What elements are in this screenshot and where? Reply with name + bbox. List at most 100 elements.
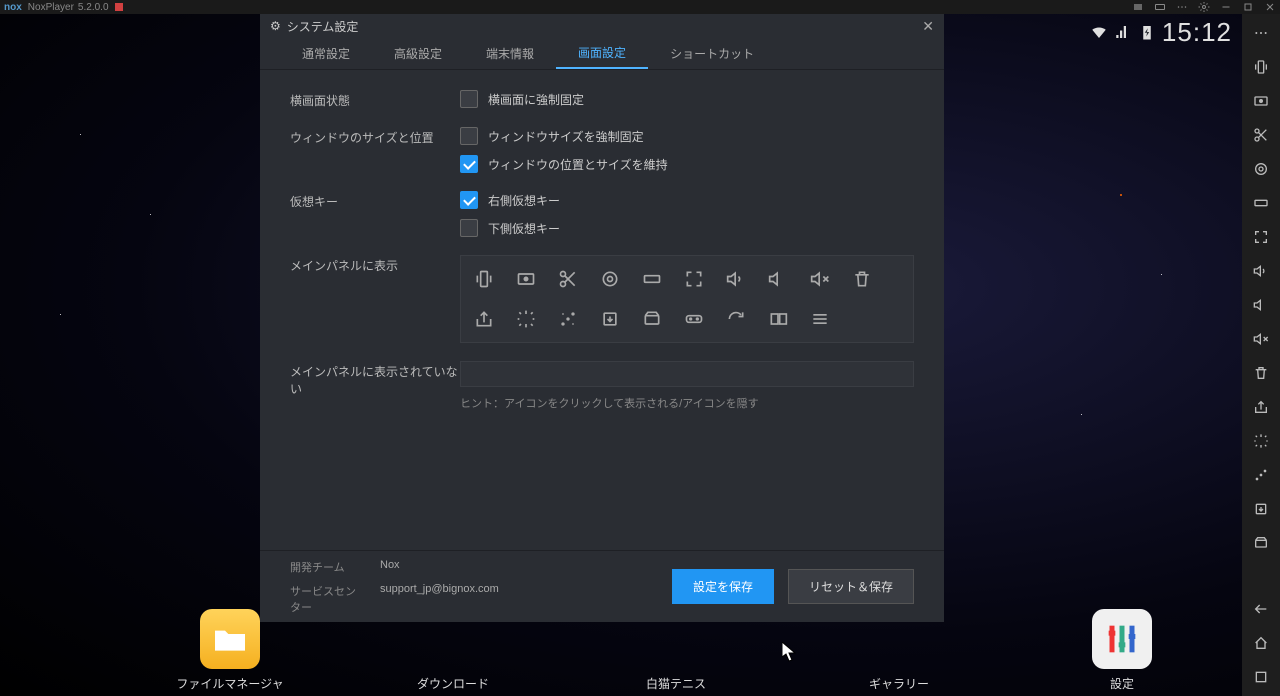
tab-device-info[interactable]: 端末情報 [464,38,556,69]
effects-icon[interactable] [557,308,579,330]
gamepad-icon[interactable] [683,308,705,330]
panel-hint: ヒント：アイコンをクリックして表示される/アイコンを隠す [460,395,914,411]
dock-label: ダウンロード [417,675,489,692]
video-record-icon[interactable] [515,268,537,290]
close-button[interactable] [1264,1,1276,13]
keyboard-icon[interactable] [641,268,663,290]
battery-charging-icon [1138,23,1156,41]
dock-settings[interactable]: 設定 [1022,609,1222,692]
side-apk-icon[interactable] [1242,494,1280,524]
side-home-icon[interactable] [1242,628,1280,658]
mainpanel-shown-label: メインパネルに表示 [290,255,460,343]
dev-team-label: 開発チーム [290,559,360,575]
dock-gallery[interactable]: ギャラリー [799,675,999,692]
folder-icon [200,609,260,669]
dialog-body: 横画面状態 横画面に強制固定 ウィンドウのサイズと位置 ウィンドウサイズを強制固… [260,70,944,550]
side-volume-up-icon[interactable] [1242,256,1280,286]
tab-screen[interactable]: 画面設定 [556,38,648,69]
right-virtualkey-label: 右側仮想キー [488,192,560,209]
scissors-icon[interactable] [557,268,579,290]
side-loading-icon[interactable] [1242,426,1280,456]
titlebar-more-icon[interactable] [1176,1,1188,13]
wifi-icon [1090,23,1108,41]
loading-icon[interactable] [515,308,537,330]
panel-hidden-icons[interactable] [460,361,914,387]
gear-icon: ⚙ [270,19,281,33]
titlebar-settings-icon[interactable] [1198,1,1210,13]
force-winsize-checkbox[interactable]: ウィンドウサイズを強制固定 [460,127,914,145]
sliders-icon [1092,609,1152,669]
side-record-icon[interactable] [1242,86,1280,116]
side-file-icon[interactable] [1242,528,1280,558]
dock-download[interactable]: ダウンロード [353,675,553,692]
maximize-button[interactable] [1242,1,1254,13]
dock-label: ギャラリー [869,675,929,692]
force-winsize-label: ウィンドウサイズを強制固定 [488,128,644,145]
fullscreen-icon[interactable] [683,268,705,290]
tool-sidebar [1242,14,1280,696]
bottom-virtualkey-label: 下側仮想キー [488,220,560,237]
orientation-label: 横画面状態 [290,90,460,109]
dock-file-manager[interactable]: ファイルマネージャ [130,609,330,692]
side-trash-icon[interactable] [1242,358,1280,388]
volume-up-icon[interactable] [725,268,747,290]
dock-shironeko[interactable]: 白猫テニス [576,675,776,692]
nox-logo: nox [4,2,22,13]
titlebar-sponsor-icon[interactable] [1132,1,1144,13]
tab-advanced[interactable]: 高級設定 [372,38,464,69]
apk-install-icon[interactable] [599,308,621,330]
file-transfer-icon[interactable] [641,308,663,330]
android-status-bar: 15:12 [1090,14,1242,50]
dialog-close-button[interactable]: ✕ [922,18,934,35]
force-landscape-checkbox[interactable]: 横画面に強制固定 [460,90,914,108]
app-version: 5.2.0.0 [78,2,109,13]
multi-instance-icon[interactable] [767,308,789,330]
dock-label: 設定 [1110,675,1134,692]
volume-down-icon[interactable] [767,268,789,290]
dock-label: 白猫テニス [646,675,706,692]
force-landscape-label: 横画面に強制固定 [488,91,584,108]
side-share-icon[interactable] [1242,392,1280,422]
side-recents-icon[interactable] [1242,662,1280,692]
keep-winpos-checkbox[interactable]: ウィンドウの位置とサイズを維持 [460,155,914,173]
side-volume-mute-icon[interactable] [1242,324,1280,354]
menu-icon[interactable] [809,308,831,330]
system-settings-dialog: ⚙ システム設定 ✕ 通常設定 高級設定 端末情報 画面設定 ショートカット 横… [260,14,944,622]
windowsize-label: ウィンドウのサイズと位置 [290,127,460,173]
panel-shown-icons [460,255,914,343]
virtualkey-label: 仮想キー [290,191,460,237]
android-dock: ファイルマネージャ ダウンロード 白猫テニス ギャラリー 設定 [110,596,1242,696]
window-titlebar: nox NoxPlayer 5.2.0.0 [0,0,1280,14]
status-indicator [115,3,123,11]
side-effects-icon[interactable] [1242,460,1280,490]
dock-label: ファイルマネージャ [176,675,283,692]
trash-icon[interactable] [851,268,873,290]
tab-general[interactable]: 通常設定 [280,38,372,69]
share-icon[interactable] [473,308,495,330]
side-keyboard-icon[interactable] [1242,188,1280,218]
side-back-icon[interactable] [1242,594,1280,624]
side-fullscreen-icon[interactable] [1242,222,1280,252]
signal-icon [1114,23,1132,41]
side-volume-down-icon[interactable] [1242,290,1280,320]
bottom-virtualkey-checkbox[interactable]: 下側仮想キー [460,219,914,237]
app-name: NoxPlayer [28,2,74,13]
dialog-header: ⚙ システム設定 ✕ [260,14,944,38]
keep-winpos-label: ウィンドウの位置とサイズを維持 [488,156,668,173]
titlebar-keyboard-icon[interactable] [1154,1,1166,13]
clock: 15:12 [1162,17,1232,48]
shake-icon[interactable] [473,268,495,290]
side-more-icon[interactable] [1242,18,1280,48]
dialog-title: システム設定 [287,18,359,35]
location-icon[interactable] [599,268,621,290]
minimize-button[interactable] [1220,1,1232,13]
side-shake-icon[interactable] [1242,52,1280,82]
side-location-icon[interactable] [1242,154,1280,184]
tab-shortcut[interactable]: ショートカット [648,38,776,69]
volume-mute-icon[interactable] [809,268,831,290]
dev-team-value: Nox [380,559,400,575]
side-scissors-icon[interactable] [1242,120,1280,150]
rotate-icon[interactable] [725,308,747,330]
right-virtualkey-checkbox[interactable]: 右側仮想キー [460,191,914,209]
mainpanel-hidden-label: メインパネルに表示されていない [290,361,460,411]
